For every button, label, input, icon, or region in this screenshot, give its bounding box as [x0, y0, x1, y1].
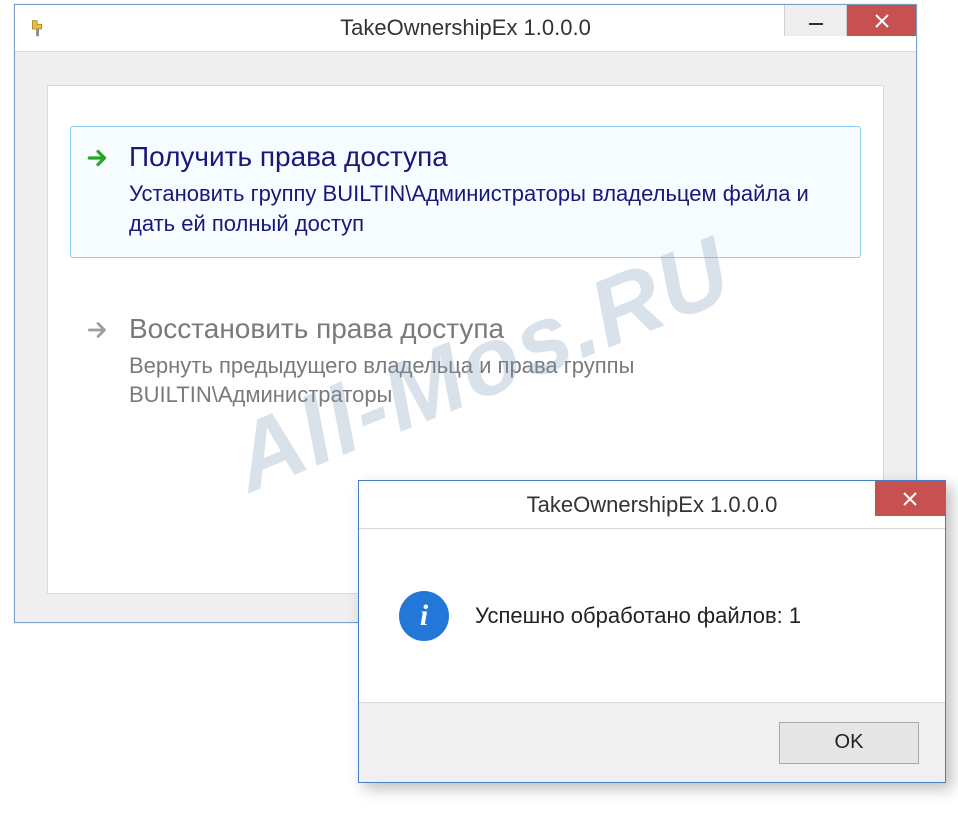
option-text: Получить права доступа Установить группу…	[129, 141, 846, 239]
app-icon	[27, 17, 49, 39]
dialog-message: Успешно обработано файлов: 1	[475, 603, 801, 629]
dialog-close-button[interactable]	[875, 481, 945, 516]
info-icon	[399, 591, 449, 641]
ok-button-label: OK	[835, 731, 864, 754]
dialog-titlebar[interactable]: TakeOwnershipEx 1.0.0.0	[359, 481, 945, 529]
window-title: TakeOwnershipEx 1.0.0.0	[15, 15, 916, 41]
main-titlebar[interactable]: TakeOwnershipEx 1.0.0.0	[15, 5, 916, 52]
option-description: Вернуть предыдущего владельца и права гр…	[129, 351, 846, 410]
window-controls	[784, 5, 916, 51]
message-dialog: TakeOwnershipEx 1.0.0.0 Успешно обработа…	[358, 480, 946, 783]
arrow-right-green-icon	[85, 145, 111, 171]
dialog-footer: OK	[359, 702, 945, 782]
dialog-title: TakeOwnershipEx 1.0.0.0	[527, 492, 778, 518]
option-title: Получить права доступа	[129, 141, 846, 173]
option-text: Восстановить права доступа Вернуть преды…	[129, 313, 846, 411]
option-description: Установить группу BUILTIN\Администраторы…	[129, 179, 846, 238]
dialog-body: Успешно обработано файлов: 1	[359, 529, 945, 702]
ok-button[interactable]: OK	[779, 722, 919, 764]
restore-ownership-option[interactable]: Восстановить права доступа Вернуть преды…	[70, 298, 861, 430]
minimize-button[interactable]	[784, 5, 846, 36]
arrow-right-gray-icon	[85, 317, 111, 343]
take-ownership-option[interactable]: Получить права доступа Установить группу…	[70, 126, 861, 258]
option-title: Восстановить права доступа	[129, 313, 846, 345]
close-button[interactable]	[846, 5, 916, 36]
